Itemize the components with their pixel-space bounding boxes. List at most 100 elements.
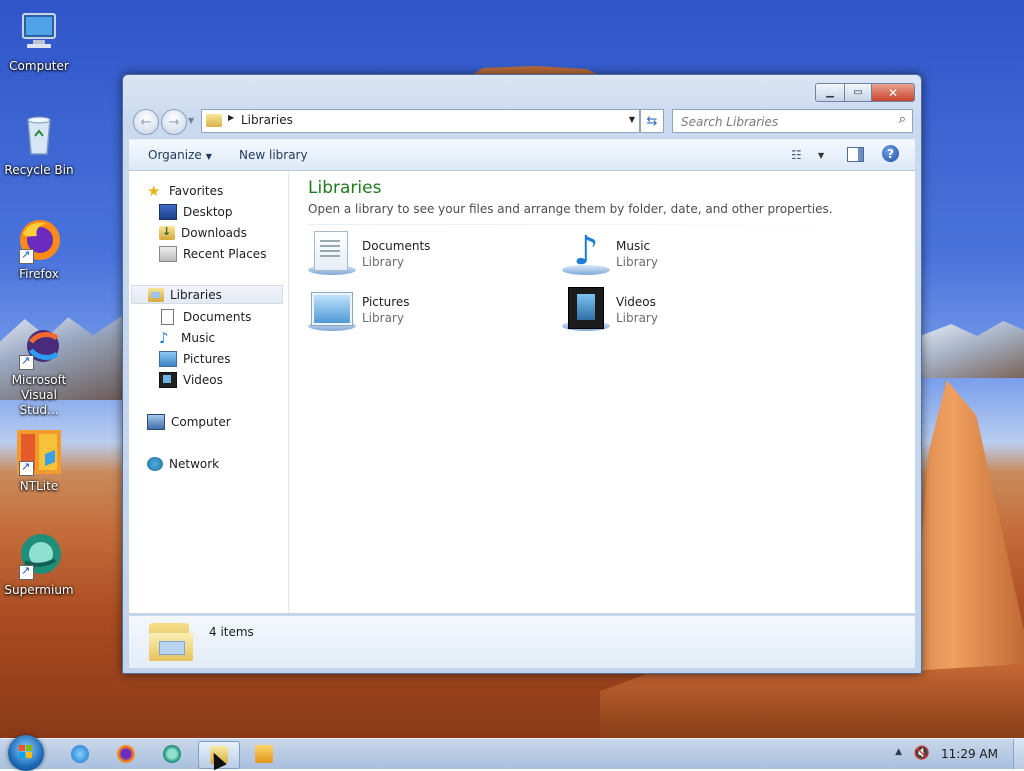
explorer-window[interactable]: ▁ ▭ ✕ ← → ▼ ▶ Libraries ▼ ⇆ ⌕ Organize▼ …: [122, 74, 922, 674]
nav-libraries-label: Libraries: [170, 287, 222, 302]
wallpaper-mountains-right: [920, 321, 1024, 378]
firefox-icon: [15, 216, 63, 264]
address-bar[interactable]: ▶ Libraries ▼: [201, 109, 640, 133]
nav-computer[interactable]: Computer: [147, 412, 231, 431]
shortcut-arrow-icon: [19, 563, 34, 580]
address-dropdown-icon[interactable]: ▼: [629, 115, 635, 124]
documents-icon: [161, 308, 174, 325]
desktop-icon-computer[interactable]: Computer: [1, 8, 77, 74]
view-options-dropdown-icon[interactable]: ▼: [818, 151, 824, 160]
pictures-library-icon: [312, 293, 352, 325]
organize-label: Organize: [148, 148, 202, 162]
nav-item-documents[interactable]: Documents: [159, 307, 251, 326]
desktop-icon-ntlite[interactable]: NTLite: [1, 428, 77, 494]
divider: [308, 224, 900, 225]
nav-network-label: Network: [169, 456, 220, 471]
library-tile-videos[interactable]: Videos Library: [562, 285, 802, 335]
nav-item-label: Videos: [183, 372, 223, 387]
change-view-icon[interactable]: ☷: [791, 148, 802, 162]
desktop-icon: [159, 203, 177, 220]
preview-pane-button[interactable]: [847, 147, 864, 162]
libraries-icon: [148, 287, 164, 302]
recent-places-icon: [159, 245, 177, 262]
taskbar-media-player[interactable]: [244, 741, 284, 767]
desktop-icon-supermium[interactable]: Supermium: [1, 532, 77, 598]
music-note-icon: ♪: [159, 328, 169, 347]
desktop-icon-label: Microsoft Visual Stud...: [11, 373, 67, 417]
libraries-folder-icon: [149, 621, 193, 661]
internet-explorer-icon: [71, 745, 89, 763]
show-hidden-icons-icon[interactable]: ▲: [895, 747, 902, 757]
nav-computer-label: Computer: [171, 414, 231, 429]
pictures-icon: [159, 350, 177, 367]
forward-button[interactable]: →: [161, 109, 187, 135]
minimize-button[interactable]: ▁: [815, 83, 845, 102]
taskbar-internet-explorer[interactable]: [60, 741, 100, 767]
library-type: Library: [362, 311, 404, 325]
nav-item-label: Pictures: [183, 351, 231, 366]
nav-item-desktop[interactable]: Desktop: [159, 202, 233, 221]
page-title: Libraries: [308, 178, 382, 198]
close-icon: ✕: [887, 85, 899, 100]
media-player-icon: [255, 745, 273, 763]
command-bar: Organize ▼ New library ☷ ▼ ?: [129, 139, 915, 171]
search-box[interactable]: ⌕: [672, 109, 913, 133]
library-type: Library: [616, 255, 658, 269]
breadcrumb-libraries[interactable]: Libraries: [241, 113, 293, 127]
music-library-icon: ♪: [573, 228, 599, 274]
nav-favorites[interactable]: ★ Favorites: [147, 181, 223, 200]
library-tile-music[interactable]: ♪ Music Library: [562, 229, 802, 279]
desktop-icon-label: Firefox: [19, 267, 59, 281]
search-icon[interactable]: ⌕: [899, 112, 906, 127]
recent-pages-dropdown[interactable]: ▼: [188, 116, 194, 125]
desktop-icon-recycle-bin[interactable]: Recycle Bin: [1, 112, 77, 178]
nav-item-label: Downloads: [181, 225, 247, 240]
desktop-icon-label: Supermium: [4, 583, 74, 597]
new-library-button[interactable]: New library: [239, 148, 308, 162]
nav-network[interactable]: Network: [147, 454, 219, 473]
back-arrow-icon: ←: [140, 114, 152, 130]
minimize-icon: ▁: [826, 87, 834, 98]
search-input[interactable]: [679, 112, 888, 131]
nav-item-pictures[interactable]: Pictures: [159, 349, 231, 368]
supermium-icon: [15, 532, 63, 580]
videos-icon: [159, 371, 177, 388]
visual-studio-icon: [15, 322, 63, 370]
library-name: Music: [616, 239, 651, 253]
caption-buttons: ▁ ▭ ✕: [815, 83, 915, 102]
start-button[interactable]: [8, 735, 44, 771]
content-pane: Libraries Open a library to see your fil…: [289, 171, 915, 613]
nav-libraries[interactable]: Libraries: [131, 285, 283, 304]
library-name: Pictures: [362, 295, 410, 309]
desktop-icon-label: Recycle Bin: [4, 163, 74, 177]
organize-button[interactable]: Organize ▼: [148, 148, 212, 162]
refresh-button[interactable]: ⇆: [640, 109, 664, 133]
nav-item-music[interactable]: ♪ Music: [159, 328, 215, 347]
breadcrumb-chevron-icon[interactable]: ▶: [228, 113, 234, 122]
desktop-icon-firefox[interactable]: Firefox: [1, 216, 77, 282]
show-desktop-button[interactable]: [1013, 739, 1024, 769]
nav-item-downloads[interactable]: Downloads: [159, 223, 247, 242]
help-icon[interactable]: ?: [882, 145, 899, 162]
library-tile-documents[interactable]: Documents Library: [308, 229, 548, 279]
nav-item-label: Recent Places: [183, 246, 267, 261]
nav-item-recent-places[interactable]: Recent Places: [159, 244, 266, 263]
nav-item-videos[interactable]: Videos: [159, 370, 223, 389]
volume-muted-icon[interactable]: 🔇: [914, 746, 930, 761]
recycle-bin-icon: [15, 112, 63, 160]
refresh-icon: ⇆: [646, 113, 658, 129]
library-tile-pictures[interactable]: Pictures Library: [308, 285, 548, 335]
taskbar-firefox[interactable]: [106, 741, 146, 767]
desktop-icon-visual-studio[interactable]: Microsoft Visual Stud...: [1, 322, 77, 418]
taskbar-supermium[interactable]: [152, 741, 192, 767]
back-button[interactable]: ←: [133, 109, 159, 135]
library-name: Documents: [362, 239, 431, 253]
documents-library-icon: [314, 231, 348, 271]
clock[interactable]: 11:29 AM: [941, 747, 998, 761]
maximize-icon: ▭: [853, 87, 863, 98]
maximize-button[interactable]: ▭: [845, 83, 872, 102]
computer-icon: [15, 8, 63, 56]
downloads-icon: [159, 225, 175, 240]
close-button[interactable]: ✕: [872, 83, 915, 102]
videos-library-icon: [568, 287, 604, 329]
